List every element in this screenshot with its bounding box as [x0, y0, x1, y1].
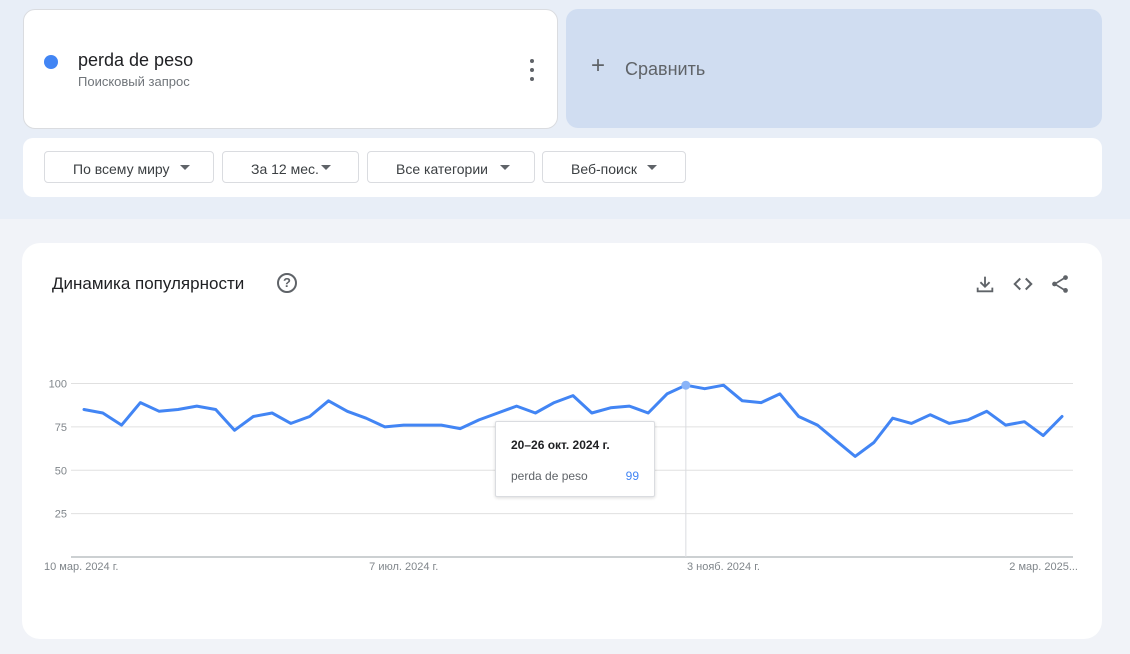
tooltip-date: 20–26 окт. 2024 г.	[511, 438, 610, 452]
data-point	[176, 408, 180, 412]
data-point	[552, 401, 556, 405]
data-point	[740, 399, 744, 403]
plus-icon: +	[591, 52, 606, 79]
x-tick-label: 10 мар. 2024 г.	[44, 561, 118, 573]
data-point	[439, 423, 443, 427]
search-term-type: Поисковый запрос	[78, 74, 190, 89]
data-point	[1041, 434, 1045, 438]
y-tick-label: 50	[55, 465, 67, 477]
data-point	[627, 404, 631, 408]
data-point	[1060, 414, 1064, 418]
filters-bar: По всему миру За 12 мес. Все категории В…	[23, 138, 1102, 197]
data-point	[120, 423, 124, 427]
highlighted-data-point	[681, 380, 691, 390]
tooltip-value: 99	[625, 469, 639, 483]
data-point	[533, 411, 537, 415]
data-point	[496, 411, 500, 415]
x-tick-label: 7 июл. 2024 г.	[369, 561, 438, 573]
data-point	[872, 440, 876, 444]
data-point	[289, 421, 293, 425]
y-tick-label: 100	[49, 379, 67, 391]
data-point	[928, 413, 932, 417]
data-point	[251, 414, 255, 418]
data-point	[985, 409, 989, 413]
search-term-card[interactable]: perda de peso Поисковый запрос	[23, 9, 558, 129]
data-point	[458, 427, 462, 431]
data-point	[270, 411, 274, 415]
category-filter[interactable]: Все категории	[367, 151, 535, 183]
data-point	[308, 414, 312, 418]
data-point	[232, 428, 236, 432]
interest-over-time-card: Динамика популярности ? 25 50 75 100 10 мар.…	[22, 243, 1102, 639]
data-point	[778, 392, 782, 396]
data-point	[665, 392, 669, 396]
caret-down-icon	[180, 165, 190, 170]
time-range-filter-label: За 12 мес.	[251, 161, 319, 177]
data-point	[157, 409, 161, 413]
data-point	[703, 387, 707, 391]
caret-down-icon	[647, 165, 657, 170]
search-type-filter[interactable]: Веб-поиск	[542, 151, 686, 183]
data-point	[364, 416, 368, 420]
data-point	[721, 383, 725, 387]
region-filter-label: По всему миру	[73, 161, 170, 177]
chart-tooltip: 20–26 окт. 2024 г. perda de peso 99	[495, 421, 655, 497]
data-point	[1004, 423, 1008, 427]
data-point	[816, 423, 820, 427]
search-type-filter-label: Веб-поиск	[571, 161, 637, 177]
data-point	[327, 399, 331, 403]
y-tick-label: 25	[55, 509, 67, 521]
time-range-filter[interactable]: За 12 мес.	[222, 151, 359, 183]
y-tick-label: 75	[55, 422, 67, 434]
more-options-icon[interactable]	[527, 59, 537, 81]
compare-label: Сравнить	[625, 59, 706, 79]
caret-down-icon	[321, 165, 331, 170]
data-point	[195, 404, 199, 408]
x-tick-label: 2 мар. 2025...	[1009, 561, 1078, 573]
data-point	[402, 423, 406, 427]
data-point	[1022, 420, 1026, 424]
data-point	[383, 425, 387, 429]
data-point	[571, 394, 575, 398]
data-point	[345, 409, 349, 413]
data-point	[609, 406, 613, 410]
data-point	[910, 421, 914, 425]
data-point	[947, 421, 951, 425]
data-point	[214, 408, 218, 412]
data-point	[797, 414, 801, 418]
data-point	[515, 404, 519, 408]
data-point	[590, 411, 594, 415]
data-point	[646, 411, 650, 415]
data-point	[759, 401, 763, 405]
caret-down-icon	[500, 165, 510, 170]
search-term-name[interactable]: perda de peso	[78, 50, 193, 71]
x-tick-label: 3 нояб. 2024 г.	[687, 561, 760, 573]
compare-button[interactable]: + Сравнить	[566, 9, 1102, 128]
category-filter-label: Все категории	[396, 161, 488, 177]
data-point	[966, 418, 970, 422]
data-point	[834, 439, 838, 443]
data-point	[853, 454, 857, 458]
tooltip-term: perda de peso	[511, 469, 588, 483]
series-color-dot	[44, 55, 58, 69]
data-point	[101, 411, 105, 415]
data-point	[138, 401, 142, 405]
data-point	[421, 423, 425, 427]
region-filter[interactable]: По всему миру	[44, 151, 214, 183]
data-point	[477, 418, 481, 422]
data-point	[891, 416, 895, 420]
data-point	[82, 408, 86, 412]
